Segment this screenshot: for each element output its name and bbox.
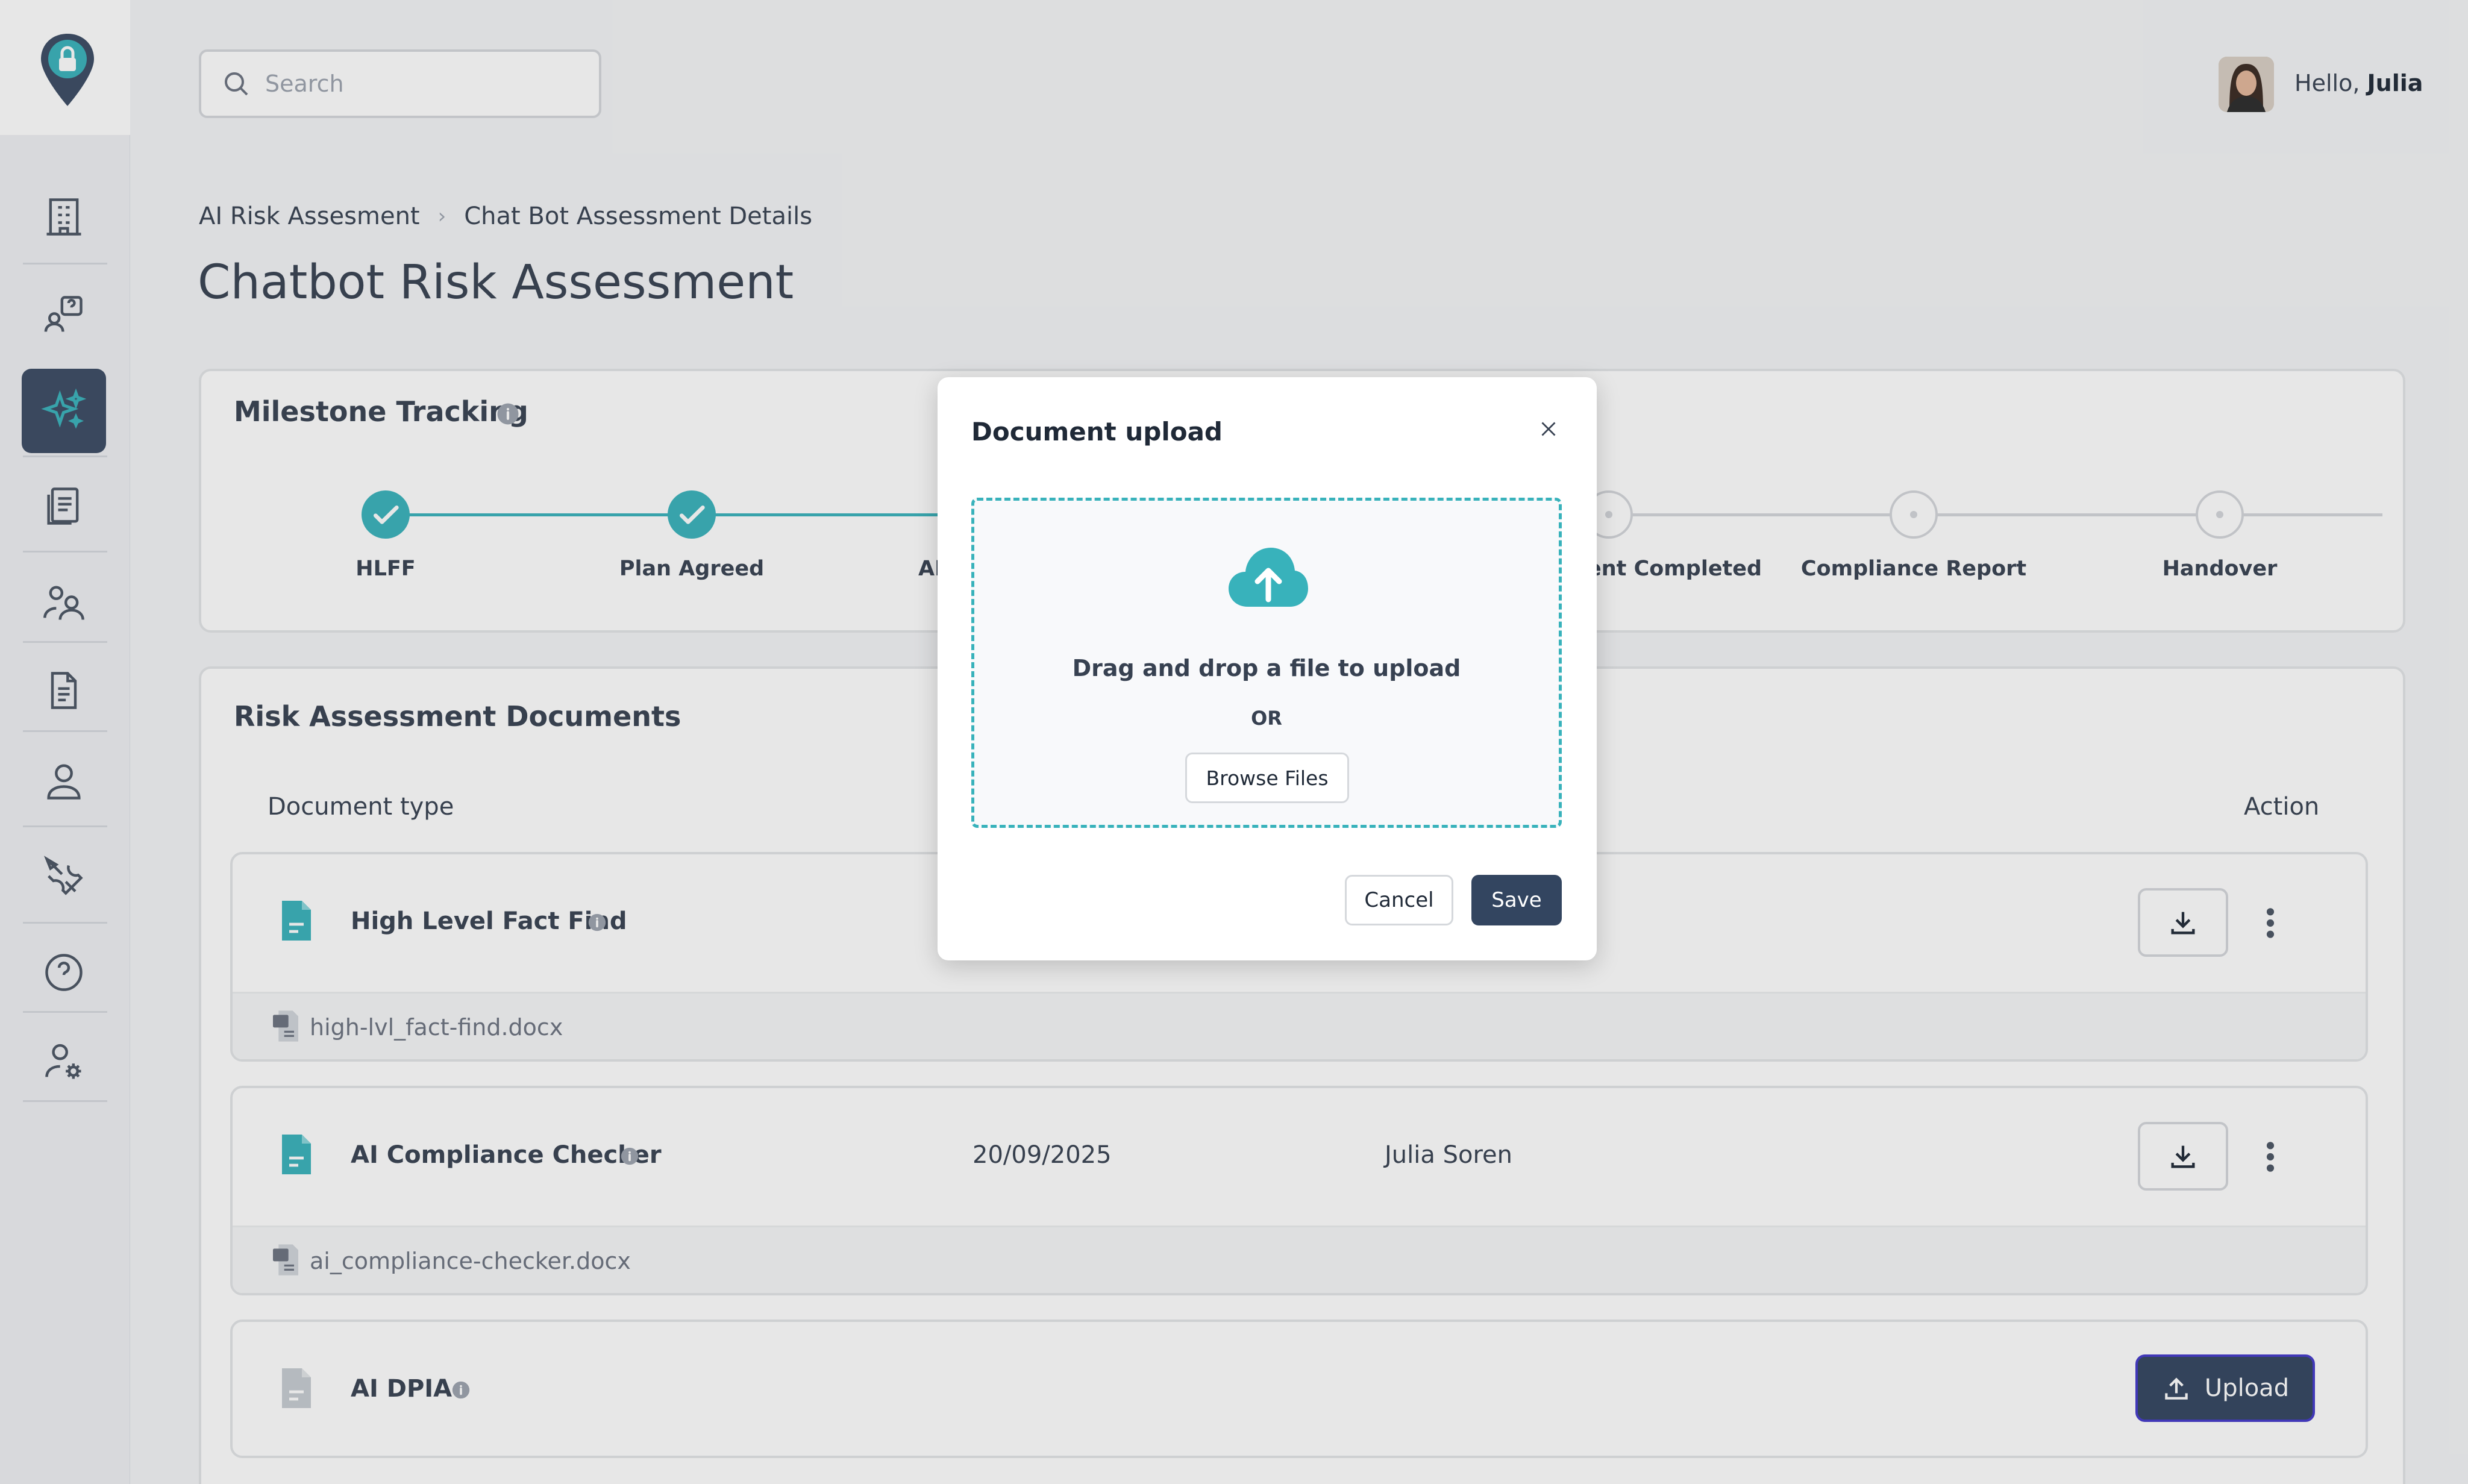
browse-files-button[interactable]: Browse Files [1185,753,1349,803]
close-icon [1541,422,1556,436]
modal-title: Document upload [971,417,1223,446]
dropzone-or-text: OR [1251,707,1282,730]
close-button[interactable] [1533,413,1564,445]
cancel-button[interactable]: Cancel [1345,875,1453,925]
save-button[interactable]: Save [1471,875,1562,925]
file-dropzone[interactable]: Drag and drop a file to upload OR Browse… [971,498,1562,828]
document-upload-modal: Document upload Drag and drop a file to … [938,377,1597,960]
dropzone-instruction: Drag and drop a file to upload [1072,655,1461,681]
cloud-upload-icon [1229,548,1308,607]
